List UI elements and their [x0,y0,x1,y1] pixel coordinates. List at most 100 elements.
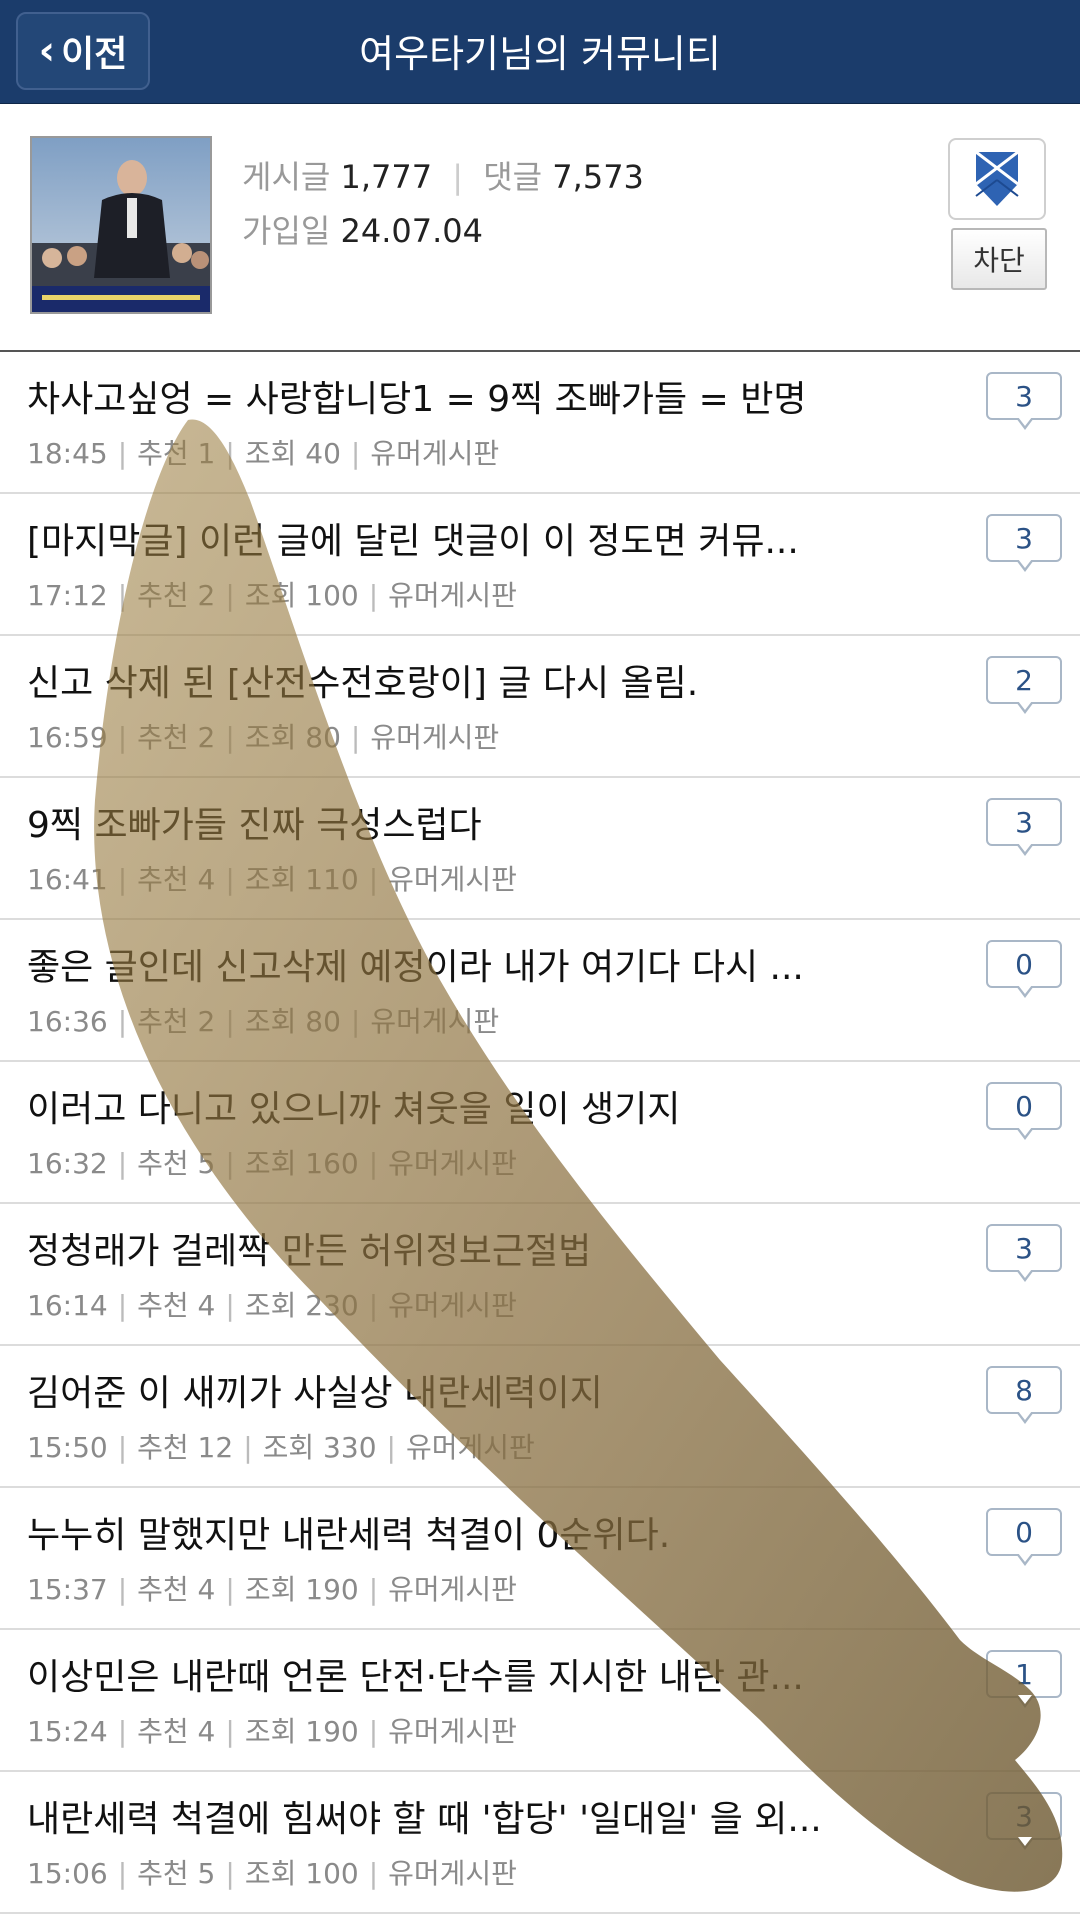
joined-row: 가입일 24.07.04 [242,204,644,258]
comment-count-badge[interactable]: 8 [986,1366,1062,1424]
post-board: 유머게시판 [388,1573,517,1606]
post-item[interactable]: 정청래가 걸레짝 만든 허위정보근절법 16:14 | 추천 4 | 조회 230 | 유머게… [0,1204,1080,1346]
post-title[interactable]: 신고 삭제 된 [산전수전호랑이] 글 다시 올림. [27,654,877,706]
post-meta: 15:06 | 추천 5 | 조회 100 | 유머게시판 [27,1852,517,1892]
comment-count-badge[interactable]: 3 [986,1792,1062,1850]
divider: | [225,1715,235,1748]
post-views: 조회 160 [244,1147,359,1180]
divider: | [368,1573,379,1606]
post-views: 조회 80 [244,1005,341,1038]
post-meta: 15:50 | 추천 12 | 조회 330 | 유머게시판 [27,1426,535,1466]
divider: | [117,1431,128,1464]
post-item[interactable]: 이상민은 내란때 언론 단전·단수를 지시한 내란 관... 15:24 | 추천 4… [0,1630,1080,1772]
divider: | [225,1005,235,1038]
post-recommend: 추천 12 [137,1431,234,1464]
post-title[interactable]: 차사고싶엉 = 사랑합니당1 = 9찍 조빠가들 = 반명 [27,370,877,422]
post-title[interactable]: 정청래가 걸레짝 만든 허위정보근절법 [27,1222,877,1274]
posts-count: 1,777 [340,158,433,196]
post-views: 조회 40 [244,437,341,470]
divider: | [368,1715,379,1748]
post-board: 유머게시판 [370,437,500,470]
comment-count-badge[interactable]: 3 [986,798,1062,856]
post-recommend: 추천 2 [137,721,216,754]
post-time: 16:32 [27,1147,108,1180]
post-time: 16:14 [27,1289,108,1322]
post-views: 조회 230 [244,1289,359,1322]
comment-count-badge[interactable]: 2 [986,656,1062,714]
comment-count-badge[interactable]: 0 [986,940,1062,998]
comment-count-badge[interactable]: 0 [986,1082,1062,1140]
joined-label: 가입일 [242,212,331,250]
block-button[interactable]: 차단 [951,228,1047,290]
divider: | [117,1715,128,1748]
divider: | [350,437,361,470]
post-title[interactable]: 좋은 글인데 신고삭제 예정이라 내가 여기다 다시 ... [27,938,877,990]
post-recommend: 추천 2 [137,1005,216,1038]
divider: | [117,1573,128,1606]
profile-stats: 게시글 1,777 | 댓글 7,573 가입일 24.07.04 [242,150,644,258]
post-board: 유머게시판 [370,1005,500,1038]
post-meta: 16:32 | 추천 5 | 조회 160 | 유머게시판 [27,1142,517,1182]
profile-section: 게시글 1,777 | 댓글 7,573 가입일 24.07.04 차단 [0,104,1080,352]
post-recommend: 추천 5 [137,1147,216,1180]
post-board: 유머게시판 [388,1147,517,1180]
comment-count-badge[interactable]: 0 [986,1508,1062,1566]
post-board: 유머게시판 [370,721,500,754]
post-item[interactable]: 좋은 글인데 신고삭제 예정이라 내가 여기다 다시 ... 16:36 | 추천 2… [0,920,1080,1062]
post-board: 유머게시판 [405,1431,535,1464]
post-item[interactable]: 9찍 조빠가들 진짜 극성스럽다 16:41 | 추천 4 | 조회 110 | 유머게시판 3 [0,778,1080,920]
post-item[interactable]: 이러고 다니고 있으니까 쳐웃을 일이 생기지 16:32 | 추천 5 | 조회 160… [0,1062,1080,1204]
post-recommend: 추천 4 [137,1715,216,1748]
post-item[interactable]: [마지막글] 이런 글에 달린 댓글이 이 정도면 커뮤... 17:12 | 추천 … [0,494,1080,636]
post-time: 16:59 [27,721,108,754]
comments-count: 7,573 [552,158,644,196]
avatar[interactable] [30,136,212,314]
post-item[interactable]: 누누히 말했지만 내란세력 척결이 0순위다. 15:37 | 추천 4 | 조회 190… [0,1488,1080,1630]
post-item[interactable]: 내란세력 척결에 힘써야 할 때 '합당' '일대일' 을 외... 15:06 |… [0,1772,1080,1914]
post-title[interactable]: 누누히 말했지만 내란세력 척결이 0순위다. [27,1506,877,1558]
divider: | [117,437,128,470]
divider: | [368,1857,379,1890]
post-title[interactable]: 이상민은 내란때 언론 단전·단수를 지시한 내란 관... [27,1648,877,1700]
post-item[interactable]: 차사고싶엉 = 사랑합니당1 = 9찍 조빠가들 = 반명 18:45 | 추천 1 |… [0,352,1080,494]
divider: | [117,1147,128,1180]
post-meta: 16:36 | 추천 2 | 조회 80 | 유머게시판 [27,1000,499,1040]
divider: | [225,579,235,612]
divider: | [117,1005,128,1038]
post-title[interactable]: 9찍 조빠가들 진짜 극성스럽다 [27,796,877,848]
divider: | [117,579,128,612]
post-meta: 18:45 | 추천 1 | 조회 40 | 유머게시판 [27,432,499,472]
divider: | [117,863,128,896]
divider: | [225,1573,235,1606]
divider: | [225,1857,235,1890]
post-recommend: 추천 1 [137,437,216,470]
comment-count-badge[interactable]: 3 [986,1224,1062,1282]
post-title[interactable]: 김어준 이 새끼가 사실상 내란세력이지 [27,1364,877,1416]
post-views: 조회 80 [244,721,341,754]
comment-count-badge[interactable]: 3 [986,372,1062,430]
user-badge[interactable] [948,138,1046,220]
post-list: 차사고싶엉 = 사랑합니당1 = 9찍 조빠가들 = 반명 18:45 | 추천 1 |… [0,352,1080,1914]
post-title[interactable]: 내란세력 척결에 힘써야 할 때 '합당' '일대일' 을 외... [27,1790,877,1842]
post-item[interactable]: 신고 삭제 된 [산전수전호랑이] 글 다시 올림. 16:59 | 추천 2 | 조회 … [0,636,1080,778]
post-time: 18:45 [27,437,108,470]
divider: | [350,721,361,754]
divider: | [225,1147,235,1180]
post-meta: 16:41 | 추천 4 | 조회 110 | 유머게시판 [27,858,517,898]
post-recommend: 추천 4 [137,863,216,896]
post-time: 15:06 [27,1857,108,1890]
post-item[interactable]: 김어준 이 새끼가 사실상 내란세력이지 15:50 | 추천 12 | 조회 330 | 유… [0,1346,1080,1488]
post-time: 16:41 [27,863,108,896]
post-recommend: 추천 2 [137,579,216,612]
post-title[interactable]: 이러고 다니고 있으니까 쳐웃을 일이 생기지 [27,1080,877,1132]
comment-count-badge[interactable]: 1 [986,1650,1062,1708]
post-title[interactable]: [마지막글] 이런 글에 달린 댓글이 이 정도면 커뮤... [27,512,877,564]
divider: | [243,1431,253,1464]
post-time: 15:37 [27,1573,108,1606]
divider: | [386,1431,396,1464]
divider: | [117,1857,128,1890]
divider: | [452,158,464,196]
post-views: 조회 110 [244,863,359,896]
comment-count-badge[interactable]: 3 [986,514,1062,572]
divider: | [117,1289,128,1322]
